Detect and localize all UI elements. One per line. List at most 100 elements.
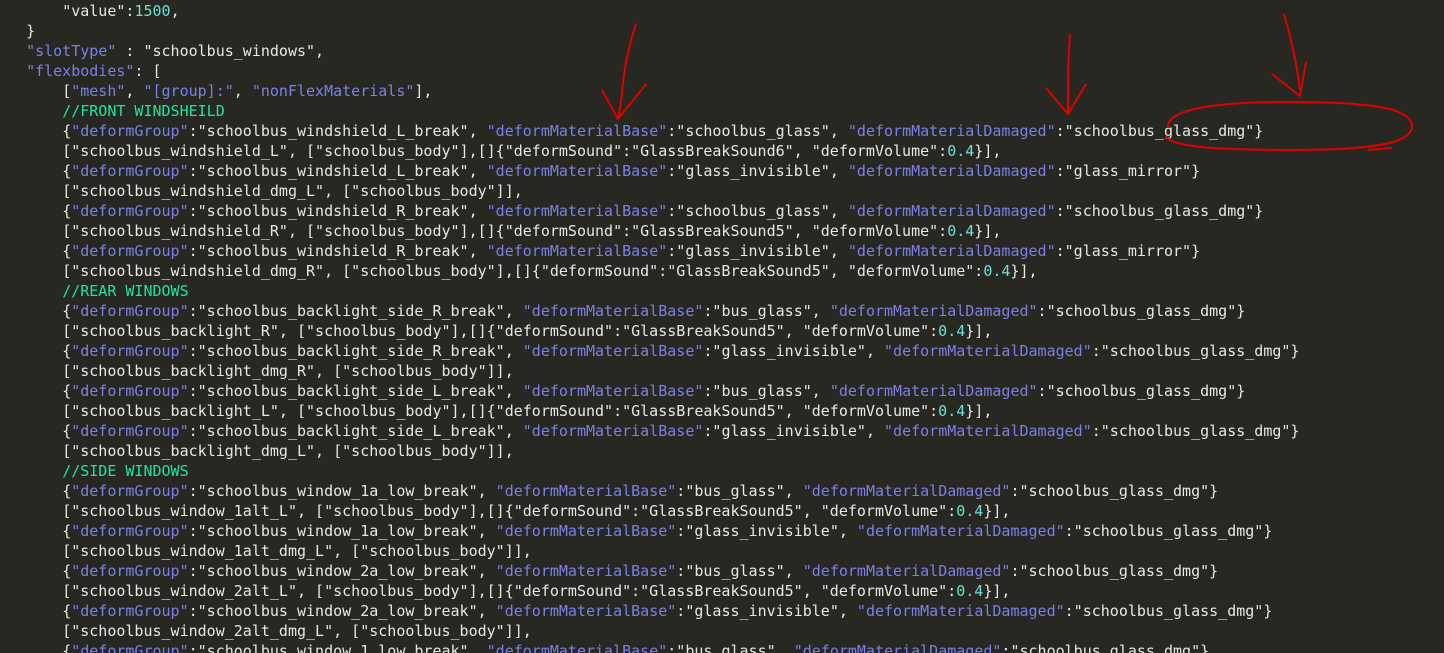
code-token: 1500 bbox=[134, 2, 171, 20]
code-line: "slotType" : "schoolbus_windows", bbox=[8, 41, 324, 61]
code-token: , bbox=[125, 82, 144, 100]
code-token: ["schoolbus_windshield_L", ["schoolbus_b… bbox=[62, 142, 948, 160]
code-token: { bbox=[62, 642, 72, 653]
code-token: "deformMaterialDamaged" bbox=[802, 482, 1011, 500]
code-token: 0.4 bbox=[956, 502, 984, 520]
code-token: 0.4 bbox=[947, 222, 975, 240]
code-token: , bbox=[170, 2, 180, 20]
code-token: "deformGroup" bbox=[71, 602, 189, 620]
code-token: :"schoolbus_backlight_side_L_break", bbox=[188, 382, 523, 400]
code-line: "value":1500, bbox=[8, 1, 180, 21]
code-token: 0.4 bbox=[938, 322, 966, 340]
code-token: }], bbox=[1010, 262, 1038, 280]
code-token: :"schoolbus_backlight_side_R_break", bbox=[188, 302, 523, 320]
code-token: :"glass_mirror"} bbox=[1055, 242, 1201, 260]
code-token: "deformGroup" bbox=[71, 642, 189, 653]
code-token: :"bus_glass", bbox=[703, 302, 830, 320]
code-token: 0.4 bbox=[956, 582, 984, 600]
code-token: : "schoolbus_windows", bbox=[116, 42, 325, 60]
code-token: "[group]:" bbox=[143, 82, 234, 100]
code-token: :"schoolbus_windshield_L_break", bbox=[188, 122, 487, 140]
code-token: "deformMaterialBase" bbox=[486, 122, 668, 140]
code-token: }], bbox=[983, 502, 1011, 520]
code-token: :"schoolbus_glass_dmg"} bbox=[1064, 602, 1273, 620]
code-token: :"schoolbus_glass_dmg"} bbox=[1091, 342, 1300, 360]
code-token: :"schoolbus_glass_dmg"} bbox=[1055, 202, 1264, 220]
code-token: "flexbodies" bbox=[26, 62, 135, 80]
code-line: {"deformGroup":"schoolbus_windshield_R_b… bbox=[8, 241, 1200, 261]
code-token: :"bus_glass", bbox=[676, 562, 803, 580]
code-token: ["schoolbus_backlight_dmg_R", ["schoolbu… bbox=[62, 362, 514, 380]
code-token: :"schoolbus_glass_dmg"} bbox=[1055, 122, 1264, 140]
code-token: :"schoolbus_glass_dmg"} bbox=[1010, 562, 1219, 580]
code-token: "deformGroup" bbox=[71, 562, 189, 580]
code-token: }], bbox=[965, 402, 993, 420]
code-token: ["schoolbus_windshield_R", ["schoolbus_b… bbox=[62, 222, 948, 240]
code-token: , bbox=[233, 82, 252, 100]
code-token: { bbox=[62, 562, 72, 580]
code-token: :"schoolbus_glass", bbox=[667, 122, 848, 140]
code-token: :"glass_invisible", bbox=[703, 422, 885, 440]
code-line: ["schoolbus_backlight_L", ["schoolbus_bo… bbox=[8, 401, 992, 421]
code-token: { bbox=[62, 202, 72, 220]
code-line: {"deformGroup":"schoolbus_windshield_R_b… bbox=[8, 201, 1263, 221]
code-token: "mesh" bbox=[71, 82, 126, 100]
code-token: "deformMaterialBase" bbox=[495, 522, 677, 540]
code-line: "flexbodies": [ bbox=[8, 61, 162, 81]
code-token: ], bbox=[414, 82, 433, 100]
code-token: "deformMaterialBase" bbox=[486, 202, 668, 220]
code-token: ["schoolbus_backlight_R", ["schoolbus_bo… bbox=[62, 322, 939, 340]
code-token: :"glass_invisible", bbox=[676, 602, 857, 620]
code-token: { bbox=[62, 602, 72, 620]
code-token: "deformMaterialDamaged" bbox=[856, 522, 1065, 540]
code-line: //FRONT WINDSHEILD bbox=[8, 101, 225, 121]
code-token: ["schoolbus_backlight_dmg_L", ["schoolbu… bbox=[62, 442, 514, 460]
code-token: } bbox=[26, 22, 36, 40]
code-token: "deformMaterialDamaged" bbox=[847, 162, 1056, 180]
code-token: :"schoolbus_window_1_low_break", bbox=[188, 642, 487, 653]
annotation-arrowhead-3 bbox=[1271, 61, 1307, 98]
code-token: "deformGroup" bbox=[71, 122, 189, 140]
code-token: :"schoolbus_window_2a_low_break", bbox=[188, 562, 496, 580]
code-token: { bbox=[62, 522, 72, 540]
code-token: ["schoolbus_window_2alt_L", ["schoolbus_… bbox=[62, 582, 957, 600]
code-token: "deformMaterialBase" bbox=[495, 602, 677, 620]
code-token: :"bus_glass", bbox=[676, 482, 803, 500]
code-token: :"glass_invisible", bbox=[667, 162, 848, 180]
code-token: }], bbox=[983, 582, 1011, 600]
code-token: "deformMaterialBase" bbox=[486, 242, 668, 260]
code-line: ["schoolbus_windshield_dmg_R", ["schoolb… bbox=[8, 261, 1038, 281]
code-token: "deformGroup" bbox=[71, 302, 189, 320]
code-token: //FRONT WINDSHEILD bbox=[62, 102, 225, 120]
code-token: "deformMaterialBase" bbox=[495, 562, 677, 580]
code-token: : [ bbox=[134, 62, 162, 80]
code-token: "deformGroup" bbox=[71, 342, 189, 360]
code-token: "deformMaterialDamaged" bbox=[847, 202, 1056, 220]
code-token: "deformGroup" bbox=[71, 422, 189, 440]
annotation-arrow-2 bbox=[1067, 33, 1071, 113]
code-token: "deformMaterialDamaged" bbox=[802, 562, 1011, 580]
code-token: "deformGroup" bbox=[71, 162, 189, 180]
code-token: "deformGroup" bbox=[71, 382, 189, 400]
code-line: {"deformGroup":"schoolbus_window_1a_low_… bbox=[8, 521, 1272, 541]
code-token: :"glass_invisible", bbox=[703, 342, 885, 360]
code-token: { bbox=[62, 162, 72, 180]
code-token: :"glass_mirror"} bbox=[1055, 162, 1201, 180]
code-token: :"schoolbus_windshield_R_break", bbox=[188, 242, 487, 260]
code-token: :"schoolbus_glass_dmg"} bbox=[1001, 642, 1210, 653]
code-line: {"deformGroup":"schoolbus_backlight_side… bbox=[8, 301, 1245, 321]
code-token: :"schoolbus_window_1a_low_break", bbox=[188, 482, 496, 500]
code-token: :"schoolbus_backlight_side_L_break", bbox=[188, 422, 523, 440]
code-token: "deformMaterialBase" bbox=[522, 342, 704, 360]
code-editor[interactable]: "value":1500, } "slotType" : "schoolbus_… bbox=[0, 0, 1444, 653]
code-line: {"deformGroup":"schoolbus_windshield_L_b… bbox=[8, 121, 1263, 141]
code-token: :"bus_glass", bbox=[667, 642, 794, 653]
code-line: {"deformGroup":"schoolbus_window_1_low_b… bbox=[8, 641, 1209, 653]
code-token: "deformGroup" bbox=[71, 522, 189, 540]
code-token: ["schoolbus_windshield_dmg_R", ["schoolb… bbox=[62, 262, 984, 280]
code-token: 0.4 bbox=[947, 142, 975, 160]
code-token: "deformMaterialDamaged" bbox=[847, 242, 1056, 260]
code-token: "deformGroup" bbox=[71, 482, 189, 500]
code-line: {"deformGroup":"schoolbus_backlight_side… bbox=[8, 341, 1299, 361]
code-token: ["schoolbus_window_2alt_dmg_L", ["school… bbox=[62, 622, 532, 640]
